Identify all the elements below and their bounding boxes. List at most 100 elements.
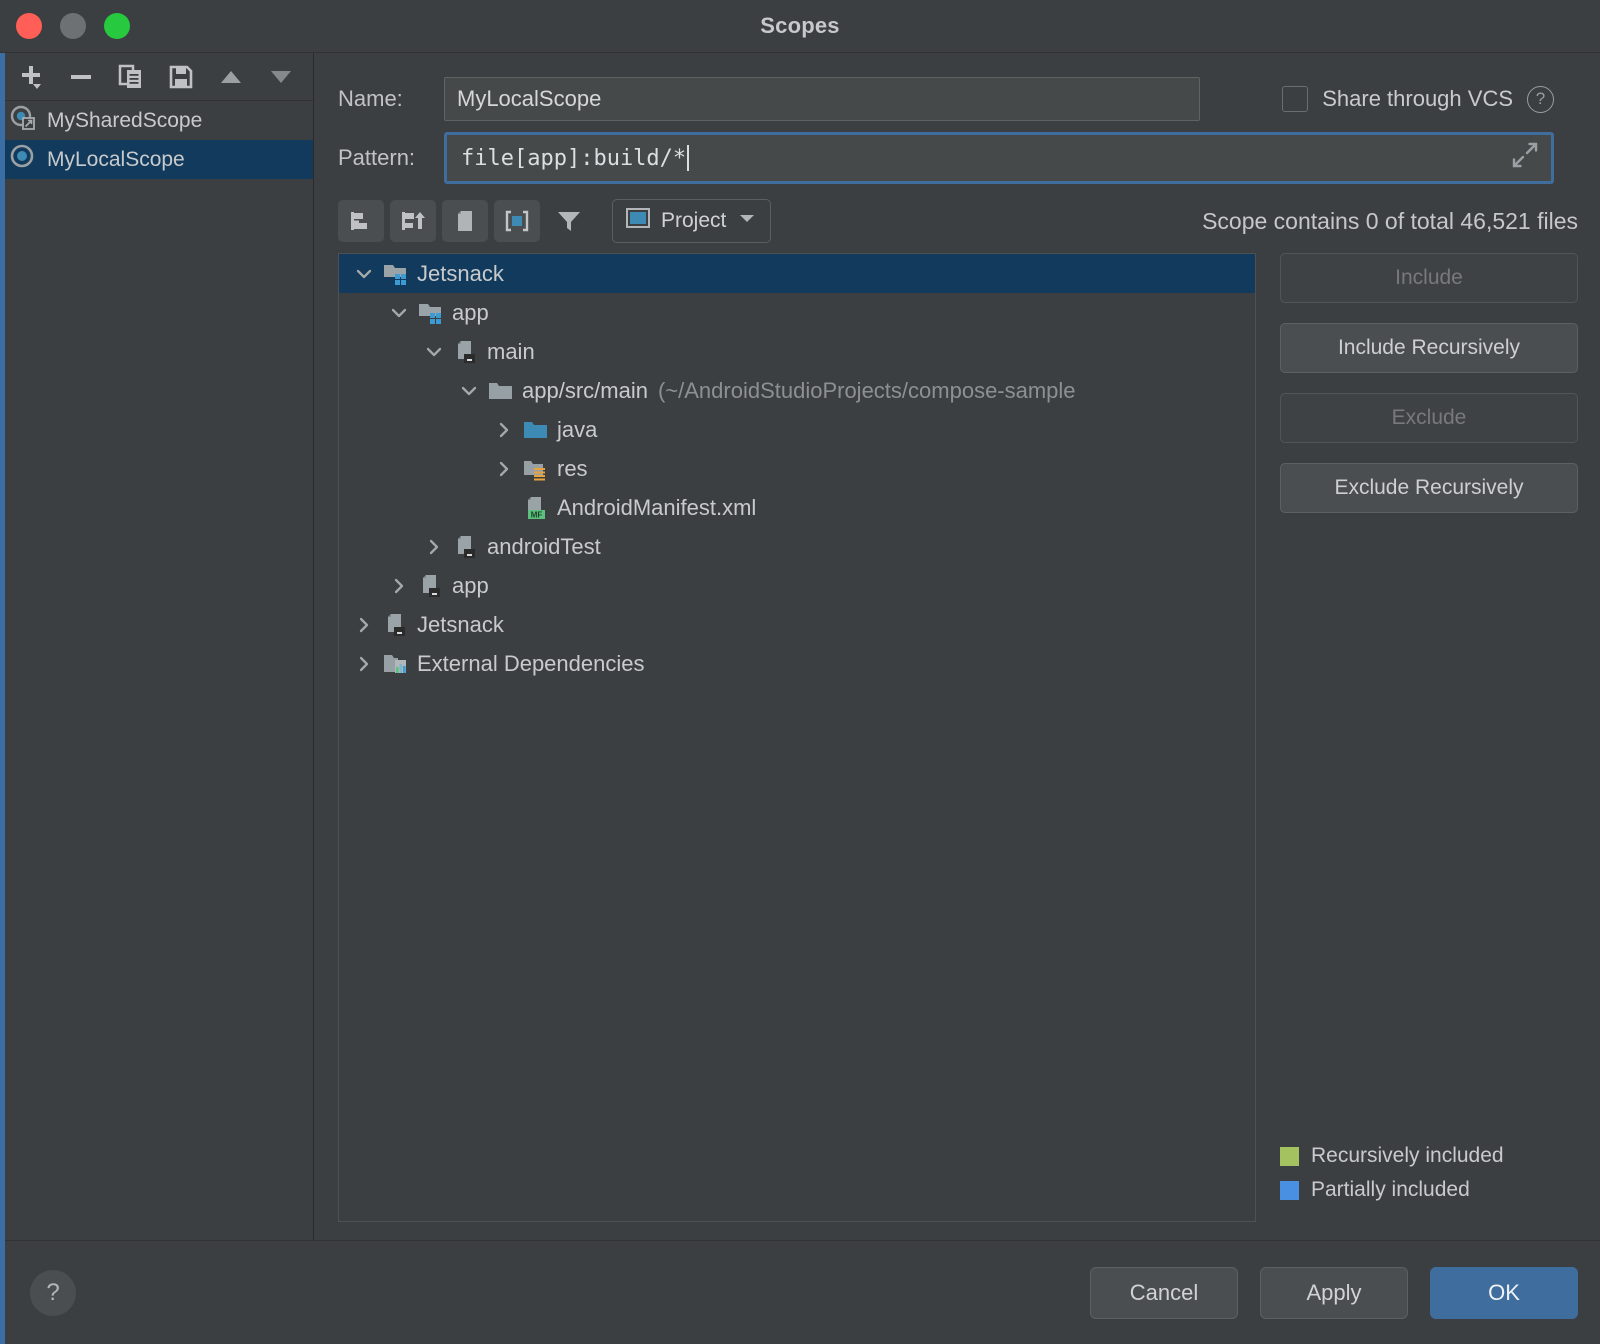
- exclude-button[interactable]: Exclude: [1280, 393, 1578, 443]
- scopes-toolbar: [0, 53, 313, 101]
- expand-all-icon[interactable]: [338, 200, 384, 242]
- tree-node-label: main: [487, 339, 535, 365]
- chevron-right-icon[interactable]: [417, 536, 451, 558]
- scope-contains-text: Scope contains 0 of total 46,521 files: [1202, 208, 1578, 235]
- tree-row[interactable]: res: [339, 449, 1255, 488]
- tree-toolbar: Project Scope contains 0 of total 46,521…: [314, 189, 1600, 253]
- folder-grey-icon: [486, 378, 516, 404]
- chevron-right-icon[interactable]: [347, 614, 381, 636]
- scope-pattern-input[interactable]: file[app]:build/*: [444, 132, 1554, 184]
- show-included-icon[interactable]: [494, 200, 540, 242]
- add-scope-button[interactable]: [8, 57, 54, 97]
- name-row: Name: MyLocalScope Share through VCS ?: [338, 71, 1576, 127]
- tree-node-label: AndroidManifest.xml: [557, 495, 756, 521]
- window-left-edge: [0, 0, 5, 1344]
- apply-button[interactable]: Apply: [1260, 1267, 1408, 1319]
- pattern-label: Pattern:: [338, 145, 444, 171]
- tree-row[interactable]: androidTest: [339, 527, 1255, 566]
- chevron-down-icon[interactable]: [347, 263, 381, 285]
- cancel-button[interactable]: Cancel: [1090, 1267, 1238, 1319]
- tree-row[interactable]: java: [339, 410, 1255, 449]
- scope-list-item-myshared[interactable]: MySharedScope: [0, 101, 313, 140]
- tree-row[interactable]: main: [339, 332, 1255, 371]
- chevron-down-icon: [736, 207, 758, 235]
- library-icon: [381, 651, 411, 677]
- legend-swatch-green: [1280, 1147, 1299, 1166]
- pattern-text: file[app]:build/*: [461, 146, 686, 171]
- remove-scope-button[interactable]: [58, 57, 104, 97]
- move-down-button[interactable]: [258, 57, 304, 97]
- collapse-all-icon[interactable]: [390, 200, 436, 242]
- include-button[interactable]: Include: [1280, 253, 1578, 303]
- manifest-file-icon: MF: [521, 495, 551, 521]
- shared-scope-icon: [8, 103, 38, 139]
- tree-row[interactable]: Jetsnack: [339, 605, 1255, 644]
- share-vcs-help-icon[interactable]: ?: [1527, 86, 1554, 113]
- scope-list[interactable]: MySharedScope MyLocalScope: [0, 101, 313, 1240]
- help-button[interactable]: ?: [30, 1270, 76, 1316]
- tree-node-label: res: [557, 456, 588, 482]
- tree-row[interactable]: app: [339, 566, 1255, 605]
- chevron-down-icon[interactable]: [417, 341, 451, 363]
- tree-node-label: app/src/main: [522, 378, 648, 404]
- include-recursively-button[interactable]: Include Recursively: [1280, 323, 1578, 373]
- tree-node-path: (~/AndroidStudioProjects/compose-sample: [658, 378, 1076, 404]
- source-module-icon: [381, 612, 411, 638]
- svg-text:MF: MF: [531, 510, 543, 519]
- flatten-packages-icon[interactable]: [442, 200, 488, 242]
- chevron-down-icon[interactable]: [452, 380, 486, 402]
- tree-legend: Recursively included Partially included: [1280, 1144, 1578, 1222]
- text-caret: [687, 145, 689, 171]
- scope-list-item-label: MySharedScope: [47, 109, 202, 133]
- project-tree[interactable]: Jetsnack app main app/src/main (~/AndroidStu…: [338, 253, 1256, 1222]
- scope-list-item-label: MyLocalScope: [47, 148, 185, 172]
- chevron-right-icon[interactable]: [487, 458, 521, 480]
- chevron-right-icon[interactable]: [347, 653, 381, 675]
- filter-icon[interactable]: [546, 200, 592, 242]
- legend-partially-included: Partially included: [1280, 1178, 1578, 1202]
- scope-selector-label: Project: [661, 209, 726, 233]
- dialog-footer: ? Cancel Apply OK: [0, 1240, 1600, 1344]
- chevron-down-icon[interactable]: [382, 302, 416, 324]
- source-module-icon: [451, 534, 481, 560]
- scope-form: Name: MyLocalScope Share through VCS ? P…: [314, 53, 1600, 189]
- move-up-button[interactable]: [208, 57, 254, 97]
- legend-label: Partially included: [1311, 1178, 1470, 1202]
- project-icon: [625, 206, 651, 236]
- folder-res-icon: [521, 456, 551, 482]
- share-vcs-group: Share through VCS ?: [1282, 86, 1576, 113]
- module-group-icon: [416, 300, 446, 326]
- tree-row[interactable]: app: [339, 293, 1255, 332]
- save-scope-button[interactable]: [158, 57, 204, 97]
- local-scope-icon: [8, 142, 38, 178]
- module-group-icon: [381, 261, 411, 287]
- exclude-recursively-button[interactable]: Exclude Recursively: [1280, 463, 1578, 513]
- share-vcs-label: Share through VCS: [1322, 86, 1513, 112]
- tree-node-label: app: [452, 300, 489, 326]
- tree-node-label: Jetsnack: [417, 612, 504, 638]
- title-bar: Scopes: [0, 0, 1600, 53]
- scope-editor: Name: MyLocalScope Share through VCS ? P…: [314, 53, 1600, 1240]
- scopes-sidebar: MySharedScope MyLocalScope: [0, 53, 314, 1240]
- chevron-right-icon[interactable]: [382, 575, 416, 597]
- legend-label: Recursively included: [1311, 1144, 1504, 1168]
- chevron-right-icon[interactable]: [487, 419, 521, 441]
- scope-list-item-mylocal[interactable]: MyLocalScope: [0, 140, 313, 179]
- scope-name-input[interactable]: MyLocalScope: [444, 77, 1200, 121]
- folder-source-icon: [521, 417, 551, 443]
- source-module-icon: [451, 339, 481, 365]
- expand-diagonal-icon[interactable]: [1511, 141, 1539, 175]
- legend-recursively-included: Recursively included: [1280, 1144, 1578, 1168]
- ok-button[interactable]: OK: [1430, 1267, 1578, 1319]
- copy-scope-button[interactable]: [108, 57, 154, 97]
- scope-selector-dropdown[interactable]: Project: [612, 199, 771, 243]
- tree-row[interactable]: MF AndroidManifest.xml: [339, 488, 1255, 527]
- tree-node-label: External Dependencies: [417, 651, 644, 677]
- pattern-row: Pattern: file[app]:build/*: [338, 127, 1576, 189]
- tree-row[interactable]: External Dependencies: [339, 644, 1255, 683]
- tree-row[interactable]: app/src/main (~/AndroidStudioProjects/com…: [339, 371, 1255, 410]
- share-vcs-checkbox[interactable]: [1282, 86, 1308, 112]
- tree-node-label: app: [452, 573, 489, 599]
- tree-row[interactable]: Jetsnack: [339, 254, 1255, 293]
- spacer: [314, 1222, 1600, 1240]
